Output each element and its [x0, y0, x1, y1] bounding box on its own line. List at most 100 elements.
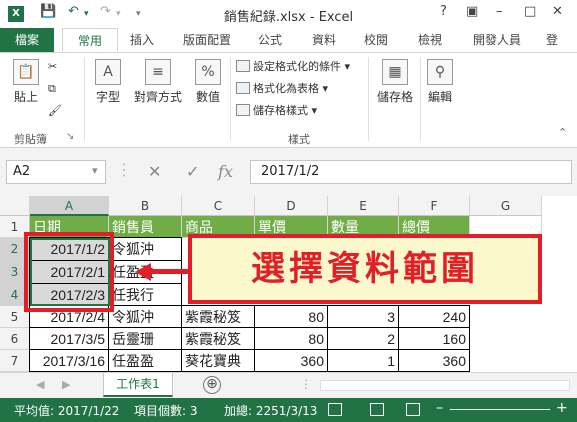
- grid-cell[interactable]: 80: [254, 305, 328, 328]
- ribbon-separator: [420, 57, 421, 141]
- grid-cell[interactable]: 3: [327, 305, 399, 328]
- tab-developer[interactable]: 開發人員: [464, 28, 530, 52]
- tab-splitter-icon[interactable]: ⋮: [300, 377, 312, 391]
- ribbon-display-icon[interactable]: ▣: [466, 4, 478, 19]
- row-header[interactable]: 5: [0, 306, 30, 328]
- cells-icon: ▦: [382, 59, 408, 85]
- alignment-label: 對齊方式: [133, 90, 182, 104]
- column-header[interactable]: D: [255, 196, 328, 216]
- page-layout-view-icon[interactable]: [370, 403, 384, 416]
- grid-cell[interactable]: 岳靈珊: [108, 327, 182, 350]
- grid-cell[interactable]: 日期: [30, 216, 109, 238]
- tab-review[interactable]: 校閱: [356, 28, 396, 52]
- add-sheet-icon[interactable]: ⊕: [203, 376, 221, 394]
- column-header[interactable]: A: [30, 196, 109, 216]
- editing-button[interactable]: ⚲ 編輯: [422, 59, 458, 105]
- zoom-out-button[interactable]: –: [436, 400, 443, 416]
- tab-sign-in[interactable]: 登: [540, 28, 564, 52]
- column-header[interactable]: F: [399, 196, 470, 216]
- tab-formulas[interactable]: 公式: [250, 28, 290, 52]
- tab-file[interactable]: 檔案: [0, 28, 54, 52]
- alignment-icon: ≡: [145, 59, 171, 85]
- formula-input[interactable]: 2017/1/2: [250, 160, 572, 184]
- tab-insert[interactable]: 插入: [122, 28, 162, 52]
- row-header[interactable]: 2: [0, 238, 30, 261]
- grid-cell[interactable]: 任我行: [108, 283, 182, 306]
- close-button[interactable]: ✕: [552, 4, 563, 19]
- grid-cell[interactable]: 2017/1/2: [29, 237, 109, 261]
- grid-cell[interactable]: 1: [327, 349, 399, 372]
- format-table-icon: [236, 82, 250, 94]
- minimize-button[interactable]: –: [496, 4, 503, 19]
- help-button[interactable]: ?: [440, 4, 447, 19]
- format-as-table-button[interactable]: 格式化為表格 ▾: [236, 81, 328, 97]
- row-header[interactable]: 7: [0, 350, 30, 372]
- cut-icon[interactable]: ✂: [48, 59, 57, 75]
- grid-cell[interactable]: 紫霞秘笈: [181, 327, 255, 350]
- sheet-tab[interactable]: 工作表1: [103, 373, 173, 397]
- grid-cell[interactable]: 240: [398, 305, 470, 328]
- formula-bar-dots-icon: ⋮: [116, 160, 132, 179]
- zoom-in-button[interactable]: +: [556, 400, 568, 416]
- number-format-button[interactable]: % 數值: [190, 59, 226, 105]
- row-header[interactable]: 6: [0, 328, 30, 350]
- prev-sheet-icon[interactable]: ◀: [36, 378, 44, 391]
- row-header[interactable]: 3: [0, 261, 30, 284]
- cell-styles-button[interactable]: 儲存格樣式 ▾: [236, 103, 317, 119]
- grid-cell[interactable]: 360: [254, 349, 328, 372]
- grid-cell[interactable]: 葵花寶典: [181, 349, 255, 372]
- styles-group-label: 樣式: [288, 133, 310, 146]
- grid-cell[interactable]: 任盈盈: [108, 349, 182, 372]
- collapse-ribbon-icon[interactable]: ⌃: [558, 125, 567, 141]
- grid-cell[interactable]: 紫霞秘笈: [181, 305, 255, 328]
- tab-view[interactable]: 檢視: [410, 28, 450, 52]
- name-box-dropdown-icon[interactable]: ▾: [92, 164, 98, 177]
- grid-cell[interactable]: 2017/2/3: [29, 283, 109, 306]
- alignment-button[interactable]: ≡ 對齊方式: [128, 59, 188, 105]
- clipboard-launcher-icon[interactable]: ↘: [66, 129, 74, 145]
- tab-home[interactable]: 常用: [62, 28, 118, 52]
- cells-label: 儲存格: [376, 90, 413, 104]
- grid-cell[interactable]: 銷售員: [109, 216, 182, 238]
- insert-function-icon[interactable]: fx: [218, 162, 233, 181]
- paste-button[interactable]: 📋 貼上: [6, 59, 46, 105]
- grid-cell[interactable]: 160: [398, 327, 470, 350]
- normal-view-icon[interactable]: [328, 403, 342, 416]
- cancel-icon[interactable]: ✕: [148, 162, 161, 181]
- row-header[interactable]: 1: [0, 216, 30, 238]
- column-header[interactable]: B: [109, 196, 182, 216]
- next-sheet-icon[interactable]: ▶: [62, 378, 70, 391]
- grid-cell[interactable]: 2017/3/16: [29, 349, 109, 372]
- tab-data[interactable]: 資料: [304, 28, 344, 52]
- tab-page-layout[interactable]: 版面配置: [174, 28, 240, 52]
- zoom-slider[interactable]: [450, 409, 550, 410]
- cells-button[interactable]: ▦ 儲存格: [372, 59, 418, 105]
- column-header[interactable]: C: [182, 196, 255, 216]
- format-painter-icon[interactable]: 🖌: [48, 103, 62, 119]
- row-header[interactable]: 4: [0, 284, 30, 306]
- column-header[interactable]: G: [470, 196, 542, 216]
- grid-cell[interactable]: 令狐沖: [108, 237, 182, 261]
- column-header[interactable]: E: [328, 196, 399, 216]
- font-button[interactable]: A 字型: [90, 59, 126, 105]
- grid-cell[interactable]: 80: [254, 327, 328, 350]
- status-sum: 加總: 2251/3/13: [224, 404, 318, 418]
- font-icon: A: [95, 59, 121, 85]
- horizontal-scrollbar[interactable]: [320, 380, 570, 391]
- page-break-view-icon[interactable]: [406, 403, 420, 416]
- grid-cell[interactable]: 令狐沖: [108, 305, 182, 328]
- grid-cell[interactable]: 2: [327, 327, 399, 350]
- maximize-button[interactable]: □: [524, 4, 536, 19]
- grid-cell[interactable]: 2017/3/5: [29, 327, 109, 350]
- status-average: 平均值: 2017/1/22: [14, 404, 120, 418]
- title-bar: X 💾 ↶ ▾ ↷ ▾ ▾ 銷售紀錄.xlsx - Excel ? ▣ – □ …: [0, 0, 577, 28]
- conditional-formatting-button[interactable]: 設定格式化的條件 ▾: [236, 59, 350, 75]
- select-all-corner[interactable]: [0, 196, 30, 216]
- font-label: 字型: [95, 90, 120, 104]
- enter-icon[interactable]: ✓: [186, 162, 199, 181]
- grid-cell[interactable]: 2017/2/1: [29, 260, 109, 284]
- grid-cell[interactable]: 2017/2/4: [29, 305, 109, 328]
- grid-cell[interactable]: 360: [398, 349, 470, 372]
- copy-icon[interactable]: ⧉: [48, 81, 56, 97]
- name-box[interactable]: A2: [6, 160, 106, 184]
